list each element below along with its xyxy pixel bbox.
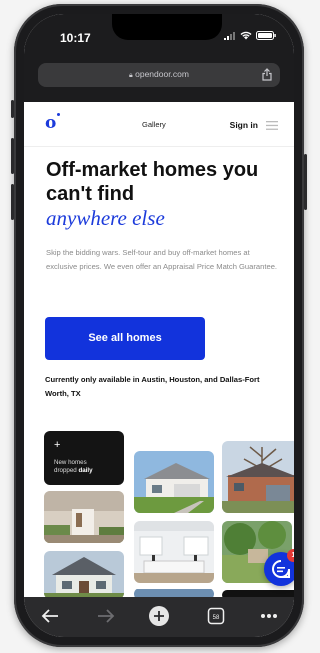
home-photo-image bbox=[134, 451, 214, 513]
new-homes-caption: New homes dropped daily bbox=[54, 459, 93, 475]
notification-badge: 1 bbox=[287, 549, 294, 562]
hamburger-menu-icon[interactable] bbox=[266, 121, 278, 130]
home-photo-image bbox=[134, 521, 214, 583]
opendoor-logo[interactable]: o bbox=[45, 113, 61, 133]
lock-icon: 🔒︎ bbox=[129, 72, 133, 79]
power-button bbox=[304, 154, 307, 210]
sparkle-icon: + bbox=[54, 439, 61, 451]
wifi-icon bbox=[240, 31, 252, 40]
volume-up-button bbox=[11, 138, 14, 174]
address-bar[interactable]: 🔒︎ opendoor.com bbox=[38, 63, 280, 87]
screen: 10:17 🔒︎ opendoor.com o Gallery Sign in … bbox=[24, 14, 294, 637]
new-homes-tile[interactable]: + New homes dropped daily bbox=[44, 431, 124, 485]
signal-icon bbox=[224, 31, 235, 40]
logo-dot bbox=[57, 113, 61, 116]
hero-description: Skip the bidding wars. Self-tour and buy… bbox=[46, 248, 278, 271]
share-icon[interactable] bbox=[262, 68, 272, 81]
more-options-icon[interactable] bbox=[260, 613, 278, 619]
caption-line-3: daily bbox=[78, 467, 93, 474]
phone-frame: 10:17 🔒︎ opendoor.com o Gallery Sign in … bbox=[11, 4, 307, 647]
back-arrow-icon[interactable] bbox=[40, 607, 60, 625]
home-photo-brick-house[interactable] bbox=[222, 441, 294, 513]
caption-line-2: dropped bbox=[54, 467, 77, 474]
browser-toolbar: 58 bbox=[24, 597, 294, 637]
battery-icon bbox=[256, 31, 276, 40]
home-photo-image bbox=[44, 491, 124, 543]
system-icons bbox=[224, 31, 276, 40]
see-all-homes-button[interactable]: See all homes bbox=[45, 317, 205, 360]
nav-gallery-link[interactable]: Gallery bbox=[142, 120, 166, 129]
home-photo-porch[interactable] bbox=[44, 491, 124, 543]
url-display[interactable]: 🔒︎ opendoor.com bbox=[38, 69, 280, 80]
tabs-icon[interactable]: 58 bbox=[207, 607, 225, 625]
logo-letter: o bbox=[45, 113, 57, 133]
browser-chrome-top: 10:17 🔒︎ opendoor.com bbox=[24, 14, 294, 102]
home-photo-image bbox=[44, 551, 124, 599]
availability-note: Currently only available in Austin, Hous… bbox=[45, 375, 260, 398]
headline-accent: anywhere else bbox=[46, 206, 165, 230]
url-text: opendoor.com bbox=[135, 69, 189, 79]
notch bbox=[112, 14, 222, 40]
new-tab-icon[interactable] bbox=[148, 605, 170, 627]
caption-line-1: New homes bbox=[54, 459, 87, 466]
page-headline: Off-market homes you can't find bbox=[46, 159, 259, 205]
home-photo-kitchen[interactable] bbox=[134, 521, 214, 583]
home-photo-image bbox=[222, 441, 294, 513]
volume-down-button bbox=[11, 184, 14, 220]
chat-button[interactable]: 1 bbox=[264, 549, 294, 586]
sign-in-link[interactable]: Sign in bbox=[230, 120, 258, 130]
home-photo-white-house[interactable] bbox=[44, 551, 124, 599]
home-photo-garage[interactable] bbox=[134, 451, 214, 513]
status-time: 10:17 bbox=[60, 31, 91, 45]
svg-text:58: 58 bbox=[213, 615, 220, 621]
forward-arrow-icon[interactable] bbox=[96, 607, 116, 625]
site-header: o Gallery Sign in bbox=[24, 102, 294, 147]
mute-switch bbox=[11, 100, 14, 118]
